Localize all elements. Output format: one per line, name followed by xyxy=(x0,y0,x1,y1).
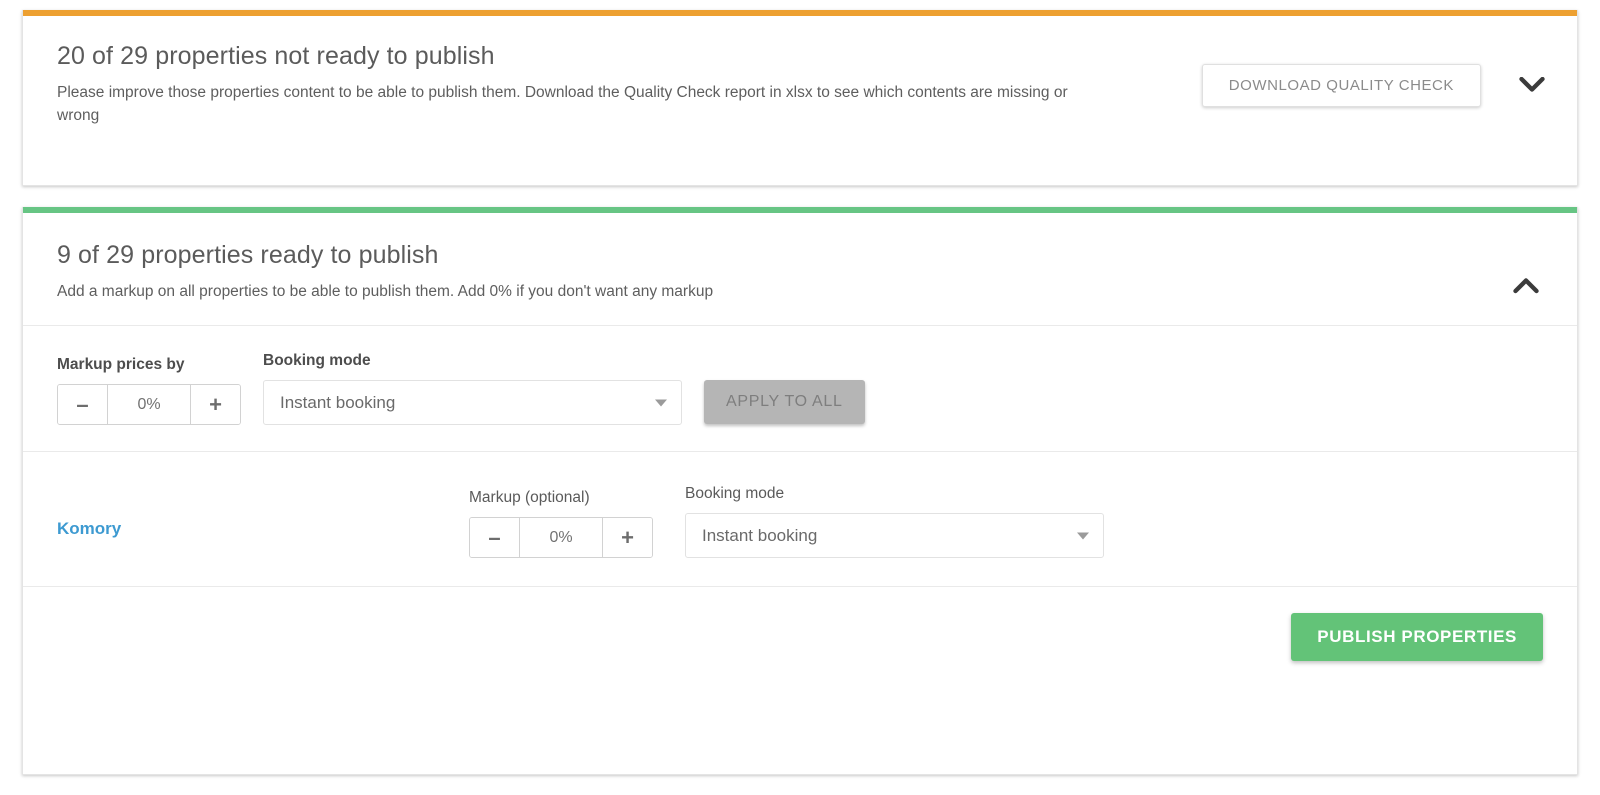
ready-card-title: 9 of 29 properties ready to publish xyxy=(57,241,439,269)
bulk-booking-mode-select[interactable]: Instant booking xyxy=(263,380,682,425)
property-booking-mode-field: Booking mode Instant booking xyxy=(685,485,1104,558)
publish-properties-button[interactable]: PUBLISH PROPERTIES xyxy=(1291,613,1543,661)
bulk-controls-row: Markup prices by – 0% + Booking mode Ins… xyxy=(23,326,1577,451)
property-markup-label: Markup (optional) xyxy=(469,489,590,506)
bulk-markup-field: Markup prices by – 0% + xyxy=(57,356,241,425)
property-booking-mode-label: Booking mode xyxy=(685,485,785,502)
bulk-markup-value[interactable]: 0% xyxy=(108,385,190,424)
bulk-markup-stepper[interactable]: – 0% + xyxy=(57,384,241,425)
chevron-down-icon xyxy=(1519,77,1545,92)
property-link-komory[interactable]: Komory xyxy=(57,519,121,539)
ready-card-collapse-toggle[interactable] xyxy=(1509,269,1543,303)
property-name-cell: Komory xyxy=(57,493,469,539)
ready-card-subtitle: Add a markup on all properties to be abl… xyxy=(57,282,714,300)
bulk-booking-mode-label: Booking mode xyxy=(263,352,371,369)
property-markup-field: Markup (optional) – 0% + xyxy=(469,489,653,558)
bulk-markup-label: Markup prices by xyxy=(57,356,185,373)
not-ready-card-actions: DOWNLOAD QUALITY CHECK xyxy=(1201,64,1549,107)
not-ready-properties-card: 20 of 29 properties not ready to publish… xyxy=(22,10,1578,186)
property-markup-increment-button[interactable]: + xyxy=(602,518,652,557)
ready-properties-card: 9 of 29 properties ready to publish Add … xyxy=(22,207,1578,775)
property-booking-mode-value[interactable]: Instant booking xyxy=(685,513,1104,558)
bulk-markup-increment-button[interactable]: + xyxy=(190,385,240,424)
ready-card-header: 9 of 29 properties ready to publish Add … xyxy=(23,213,1577,325)
ready-card-actions xyxy=(1475,269,1543,303)
bulk-markup-decrement-button[interactable]: – xyxy=(58,385,108,424)
property-markup-value[interactable]: 0% xyxy=(520,518,602,557)
publish-properties-page: 20 of 29 properties not ready to publish… xyxy=(0,0,1600,795)
property-markup-stepper[interactable]: – 0% + xyxy=(469,517,653,558)
not-ready-card-header: 20 of 29 properties not ready to publish… xyxy=(23,16,1577,147)
property-row: Komory Markup (optional) – 0% + Booking … xyxy=(23,452,1577,586)
property-fields: Markup (optional) – 0% + Booking mode In… xyxy=(469,485,1104,558)
bulk-booking-mode-value[interactable]: Instant booking xyxy=(263,380,682,425)
not-ready-card-subtitle: Please improve those properties content … xyxy=(57,83,1068,124)
property-markup-decrement-button[interactable]: – xyxy=(470,518,520,557)
chevron-up-icon xyxy=(1513,277,1539,293)
download-quality-check-button[interactable]: DOWNLOAD QUALITY CHECK xyxy=(1201,64,1481,107)
ready-card-footer: PUBLISH PROPERTIES xyxy=(23,587,1577,691)
not-ready-card-expand-toggle[interactable] xyxy=(1515,69,1549,103)
apply-to-all-button[interactable]: APPLY TO ALL xyxy=(704,380,865,424)
property-booking-mode-select[interactable]: Instant booking xyxy=(685,513,1104,558)
bulk-booking-mode-field: Booking mode Instant booking xyxy=(263,352,682,425)
